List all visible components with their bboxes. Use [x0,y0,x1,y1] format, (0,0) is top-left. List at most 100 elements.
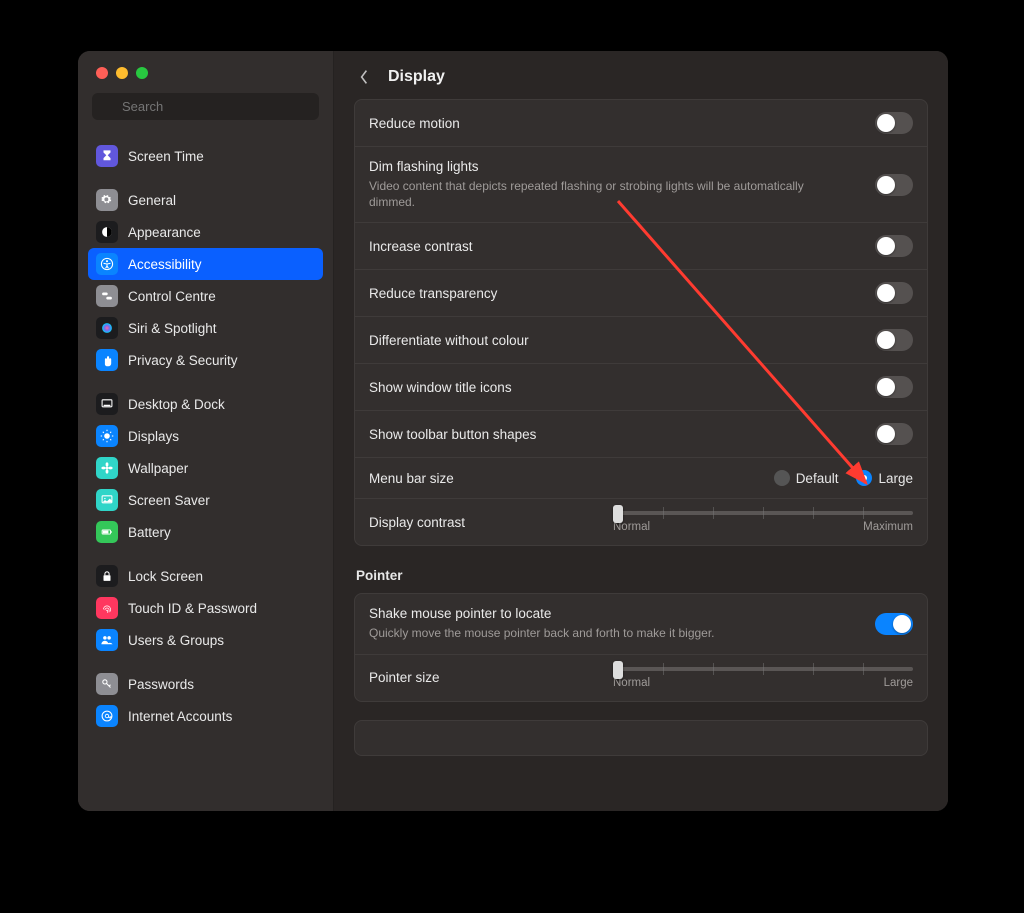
key-icon [96,673,118,695]
contrast-icon [96,221,118,243]
dock-icon [96,393,118,415]
sidebar-item-desktop[interactable]: Desktop & Dock [88,388,323,420]
sidebar-list[interactable]: Screen Time General Appearance Accessibilit… [78,128,333,811]
sidebar-item-screensaver[interactable]: Screen Saver [88,484,323,516]
sidebar-item-label: Accessibility [128,257,202,272]
setting-label: Pointer size [369,670,603,685]
sidebar-item-label: Desktop & Dock [128,397,225,412]
sidebar-item-label: Touch ID & Password [128,601,257,616]
setting-label: Show toolbar button shapes [369,427,875,442]
setting-row-reduceTransparency: Reduce transparency [355,270,927,317]
toggle-reduceTransparency[interactable] [875,282,913,304]
toggle-titleIcons[interactable] [875,376,913,398]
frame-icon [96,489,118,511]
setting-label: Reduce motion [369,116,875,131]
radio-group-menuBarSize: Default Large [774,470,913,486]
close-button[interactable] [96,67,108,79]
toggle-increaseContrast[interactable] [875,235,913,257]
back-button[interactable] [354,67,374,87]
toggle-reduceMotion[interactable] [875,112,913,134]
setting-label: Increase contrast [369,239,875,254]
hourglass-icon [96,145,118,167]
setting-row-diffColour: Differentiate without colour [355,317,927,364]
sidebar: Screen Time General Appearance Accessibilit… [78,51,334,811]
setting-label: Shake mouse pointer to locate [369,606,875,621]
main-header: Display [334,51,948,99]
setting-label: Reduce transparency [369,286,875,301]
setting-label: Differentiate without colour [369,333,875,348]
sidebar-item-touchid[interactable]: Touch ID & Password [88,592,323,624]
setting-description: Quickly move the mouse pointer back and … [369,625,829,641]
radio-button[interactable] [856,470,872,486]
sidebar-item-wallpaper[interactable]: Wallpaper [88,452,323,484]
system-settings-window: Screen Time General Appearance Accessibilit… [78,51,948,811]
setting-row-shakePointer: Shake mouse pointer to locate Quickly mov… [355,594,927,654]
slider-pointerSize[interactable] [613,667,913,671]
toggle-dimFlashing[interactable] [875,174,913,196]
sidebar-item-general[interactable]: General [88,184,323,216]
setting-label: Display contrast [369,515,603,530]
flower-icon [96,457,118,479]
sidebar-item-passwords[interactable]: Passwords [88,668,323,700]
sidebar-item-siri[interactable]: Siri & Spotlight [88,312,323,344]
sidebar-item-label: Internet Accounts [128,709,232,724]
setting-row-displayContrast: Display contrast Normal Maximum [355,499,927,545]
sidebar-item-label: Screen Saver [128,493,210,508]
sidebar-item-lockscreen[interactable]: Lock Screen [88,560,323,592]
window-controls [78,51,333,79]
sidebar-item-controlcentre[interactable]: Control Centre [88,280,323,312]
sidebar-item-label: Privacy & Security [128,353,238,368]
sidebar-item-label: Screen Time [128,149,204,164]
setting-label: Menu bar size [369,471,774,486]
sidebar-item-label: Battery [128,525,171,540]
main-pane: Display Reduce motion Dim flashing lights… [334,51,948,811]
sidebar-item-internet[interactable]: Internet Accounts [88,700,323,732]
page-title: Display [388,68,445,86]
setting-label: Show window title icons [369,380,875,395]
hand-icon [96,349,118,371]
sidebar-item-label: Wallpaper [128,461,188,476]
toggle-shakePointer[interactable] [875,613,913,635]
setting-label: Dim flashing lights [369,159,875,174]
search-wrap [78,79,333,128]
setting-row-pointerSize: Pointer sizeNormalLarge [355,655,927,701]
main-body[interactable]: Reduce motion Dim flashing lights Video co… [334,99,948,811]
radio-option-large[interactable]: Large [856,470,913,486]
radio-button[interactable] [774,470,790,486]
setting-row-toolbarShapes: Show toolbar button shapes [355,411,927,458]
slider-max-label: Maximum [863,521,913,533]
sidebar-item-screentime[interactable]: Screen Time [88,140,323,172]
siri-icon [96,317,118,339]
setting-row-reduceMotion: Reduce motion [355,100,927,147]
switches-icon [96,285,118,307]
radio-option-default[interactable]: Default [774,470,839,486]
zoom-button[interactable] [136,67,148,79]
sidebar-item-accessibility[interactable]: Accessibility [88,248,323,280]
slider-min-label: Normal [613,521,650,533]
minimize-button[interactable] [116,67,128,79]
toggle-diffColour[interactable] [875,329,913,351]
sidebar-item-users[interactable]: Users & Groups [88,624,323,656]
slider-displayContrast[interactable] [613,511,913,515]
lock-icon [96,565,118,587]
sidebar-item-battery[interactable]: Battery [88,516,323,548]
sidebar-item-appearance[interactable]: Appearance [88,216,323,248]
toggle-toolbarShapes[interactable] [875,423,913,445]
pointer-settings-panel: Shake mouse pointer to locate Quickly mov… [354,593,928,701]
sidebar-item-label: Control Centre [128,289,216,304]
radio-label: Large [878,471,913,486]
sidebar-item-privacy[interactable]: Privacy & Security [88,344,323,376]
people-icon [96,629,118,651]
slider-max-label: Large [884,677,913,689]
sidebar-item-displays[interactable]: Displays [88,420,323,452]
search-input[interactable] [92,93,319,120]
sidebar-item-label: Lock Screen [128,569,203,584]
battery-icon [96,521,118,543]
slider-knob[interactable] [613,661,623,679]
fingerprint-icon [96,597,118,619]
slider-knob[interactable] [613,505,623,523]
sidebar-item-label: Siri & Spotlight [128,321,217,336]
setting-description: Video content that depicts repeated flas… [369,178,829,210]
sidebar-item-label: General [128,193,176,208]
sidebar-item-label: Users & Groups [128,633,224,648]
